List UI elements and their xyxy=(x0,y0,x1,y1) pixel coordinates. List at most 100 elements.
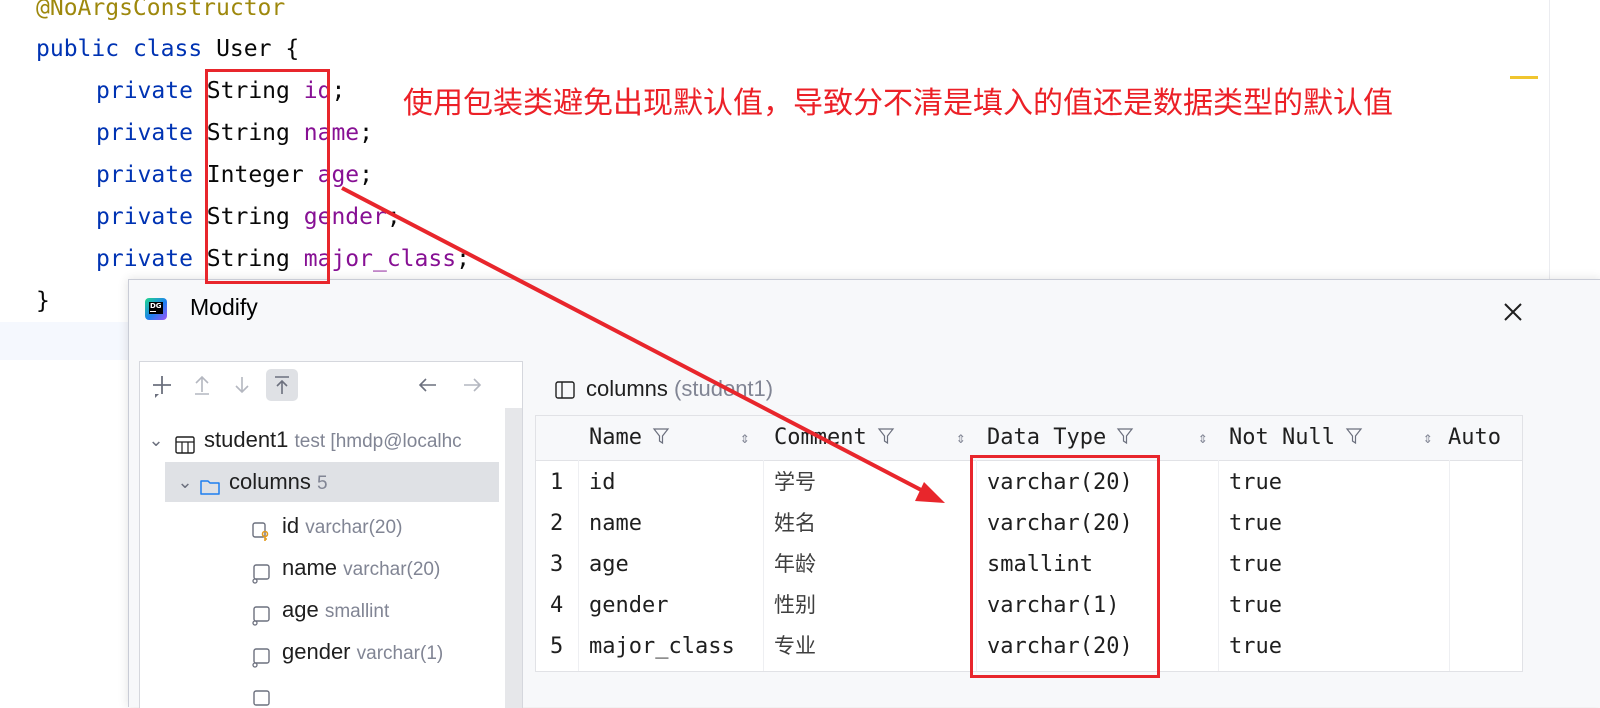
annotation-note: 使用包装类避免出现默认值，导致分不清是填入的值还是数据类型的默认值 xyxy=(403,86,1393,121)
row-number: 4 xyxy=(550,593,564,618)
tree-node-column-gender[interactable]: gender varchar(1) xyxy=(140,632,505,672)
pin-top-icon xyxy=(275,376,289,394)
grid-title: columns (student1) xyxy=(554,374,773,404)
keyword-public: public xyxy=(36,36,120,62)
highlight-box-sql-types xyxy=(970,455,1160,678)
keyword-private: private xyxy=(96,162,193,188)
back-icon xyxy=(418,378,436,392)
keyword-private: private xyxy=(96,78,193,104)
column-icon xyxy=(250,557,272,584)
back-button[interactable] xyxy=(412,369,444,401)
cell-not-null[interactable]: true xyxy=(1229,544,1282,585)
tree-toolbar xyxy=(140,362,522,408)
cell-comment[interactable]: 姓名 xyxy=(774,503,816,544)
class-name: User xyxy=(216,36,272,62)
cell-name[interactable]: id xyxy=(589,462,616,503)
cell-name[interactable]: name xyxy=(589,503,642,544)
cell-not-null[interactable]: true xyxy=(1229,462,1282,503)
columns-panel-icon xyxy=(554,379,576,401)
move-down-button[interactable] xyxy=(226,369,258,401)
caret-line-highlight xyxy=(0,322,130,360)
code-line-close-brace: } xyxy=(36,281,50,321)
dialog-titlebar[interactable]: DG Modify xyxy=(129,280,1600,346)
semicolon: ; xyxy=(359,162,373,188)
move-up-icon xyxy=(195,375,209,395)
primary-key-column-icon xyxy=(250,515,272,541)
annotation-token: @NoArgsConstructor xyxy=(36,0,286,21)
tree-node-columns-folder[interactable]: ⌄ columns 5 xyxy=(165,462,499,502)
tree-node-table-student1[interactable]: ⌄ student1 test [hmdp@localhc xyxy=(140,420,505,460)
grid-title-label: columns xyxy=(586,376,668,401)
tree-node-detail: test [hmdp@localhc xyxy=(294,431,462,452)
forward-icon xyxy=(464,378,482,392)
column-icon xyxy=(250,683,272,706)
tree-node-label: id xyxy=(282,513,300,538)
cell-comment[interactable]: 专业 xyxy=(774,626,816,667)
tree-node-type: varchar(1) xyxy=(356,643,444,664)
semicolon: ; xyxy=(456,246,470,272)
keyword-private: private xyxy=(96,204,193,230)
tree-node-column-age[interactable]: age smallint xyxy=(140,590,505,630)
keyword-private: private xyxy=(96,246,193,272)
tree-node-column-name[interactable]: name varchar(20) xyxy=(140,548,505,588)
tree-node-type: varchar(20) xyxy=(343,559,441,580)
cell-name[interactable]: age xyxy=(589,544,629,585)
cell-name[interactable]: gender xyxy=(589,585,668,626)
grid-title-sub: (student1) xyxy=(674,376,774,401)
filter-icon[interactable] xyxy=(1116,417,1134,445)
table-icon xyxy=(174,429,196,454)
cell-name[interactable]: major_class xyxy=(589,626,735,667)
keyword-private: private xyxy=(96,120,193,146)
tree-scrollbar[interactable] xyxy=(505,408,522,708)
pin-top-button[interactable] xyxy=(266,369,298,401)
row-number: 2 xyxy=(550,511,564,536)
column-icon xyxy=(250,599,272,626)
move-down-icon xyxy=(235,377,249,394)
tree-node-label: columns xyxy=(229,469,311,494)
semicolon: ; xyxy=(331,78,346,104)
column-header-data-type[interactable]: Data Type xyxy=(987,416,1134,460)
semicolon: ; xyxy=(359,120,373,146)
modify-dialog: DG Modify ⌄ student1 test [hmdp@localhc … xyxy=(128,279,1600,708)
close-button[interactable] xyxy=(1497,296,1529,328)
highlight-box-java-types xyxy=(205,69,330,284)
filter-icon[interactable] xyxy=(1345,417,1363,445)
tree-node-label: name xyxy=(282,555,338,580)
add-icon xyxy=(153,376,171,398)
row-number: 5 xyxy=(550,634,564,659)
cell-not-null[interactable]: true xyxy=(1229,585,1282,626)
cell-comment[interactable]: 学号 xyxy=(774,462,816,503)
cell-not-null[interactable]: true xyxy=(1229,503,1282,544)
semicolon: ; xyxy=(386,204,401,230)
row-number: 3 xyxy=(550,552,564,577)
cell-comment[interactable]: 性别 xyxy=(774,585,816,626)
filter-icon[interactable] xyxy=(877,417,895,445)
forward-button[interactable] xyxy=(456,369,488,401)
chevron-down-icon[interactable]: ⌄ xyxy=(175,462,195,502)
open-brace: { xyxy=(285,36,300,62)
column-icon xyxy=(250,641,272,668)
tree-node-label: age xyxy=(282,597,319,622)
close-brace: } xyxy=(36,288,50,314)
cell-not-null[interactable]: true xyxy=(1229,626,1282,667)
tree-node-column-id[interactable]: id varchar(20) xyxy=(140,506,505,546)
cell-comment[interactable]: 年龄 xyxy=(774,544,816,585)
keyword-class: class xyxy=(132,36,203,62)
add-button[interactable] xyxy=(146,369,178,401)
filter-icon[interactable] xyxy=(652,417,670,445)
tree-node-column-partial[interactable] xyxy=(140,674,505,708)
code-line-annotation: @NoArgsConstructor xyxy=(36,0,285,28)
datagrip-app-icon: DG xyxy=(145,298,167,320)
column-header-comment[interactable]: Comment xyxy=(774,416,895,460)
dialog-title: Modify xyxy=(190,294,258,320)
column-header-name[interactable]: Name xyxy=(589,416,670,460)
tree-node-type: smallint xyxy=(324,601,390,622)
tree-node-type: varchar(20) xyxy=(305,517,403,538)
chevron-down-icon[interactable]: ⌄ xyxy=(146,420,166,460)
column-header-not-null[interactable]: Not Null xyxy=(1229,416,1363,460)
tree-node-label: gender xyxy=(282,639,351,664)
folder-icon xyxy=(199,471,221,495)
editor-error-stripe-marker[interactable] xyxy=(1510,76,1538,79)
move-up-button[interactable] xyxy=(186,369,218,401)
column-header-auto[interactable]: Auto xyxy=(1448,416,1501,460)
